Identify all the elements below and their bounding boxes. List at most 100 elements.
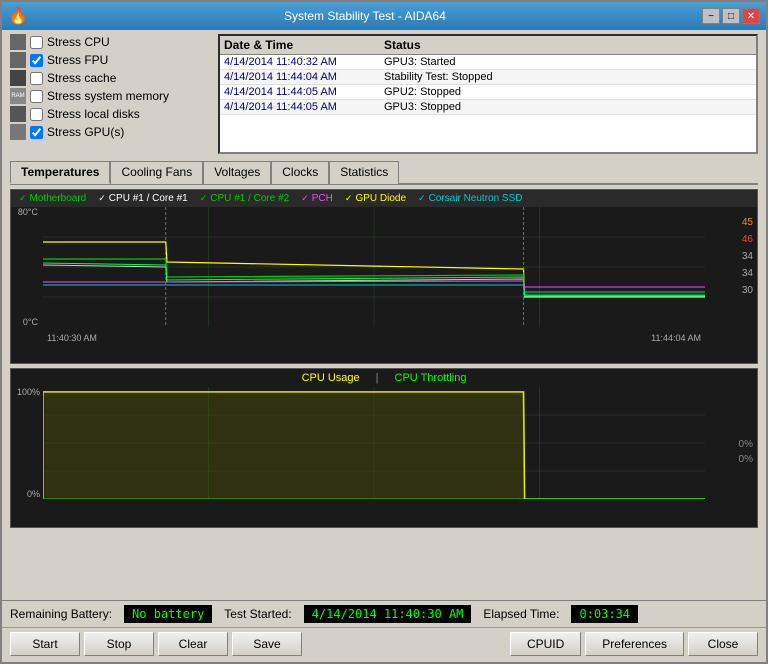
cpu-legend: CPU Usage | CPU Throttling <box>11 369 757 387</box>
title-bar: 🔥 System Stability Test - AIDA64 − □ ✕ <box>2 2 766 30</box>
temp-val-34b: 34 <box>742 268 753 279</box>
tab-cooling-fans[interactable]: Cooling Fans <box>110 161 203 184</box>
log-col-status: Status <box>384 38 736 52</box>
stress-gpu-checkbox[interactable] <box>30 126 43 139</box>
cpu-y-max: 100% <box>17 387 40 397</box>
cpuid-button[interactable]: CPUID <box>510 632 581 656</box>
temp-x-axis: 11:40:30 AM 11:44:04 AM <box>43 329 705 347</box>
legend-ssd: ✓ Corsair Neutron SSD <box>418 193 522 204</box>
legend-pch-label: PCH <box>312 193 333 204</box>
log-panel: Date & Time Status 4/14/2014 11:40:32 AM… <box>218 34 758 154</box>
legend-cpu2-label: CPU #1 / Core #2 <box>210 193 289 204</box>
x-end: 11:44:04 AM <box>651 333 701 343</box>
left-buttons: Start Stop Clear Save <box>10 632 302 656</box>
tab-clocks[interactable]: Clocks <box>271 161 329 184</box>
log-row: 4/14/2014 11:44:05 AM GPU2: Stopped <box>220 85 756 100</box>
stress-cpu-checkbox[interactable] <box>30 36 43 49</box>
tab-strip: Temperatures Cooling Fans Voltages Clock… <box>10 160 758 185</box>
log-col-datetime: Date & Time <box>224 38 384 52</box>
stop-button[interactable]: Stop <box>84 632 154 656</box>
stress-gpu-row: Stress GPU(s) <box>10 124 210 140</box>
log-row: 4/14/2014 11:40:32 AM GPU3: Started <box>220 55 756 70</box>
temperature-chart: ✓ Motherboard ✓ CPU #1 / Core #1 ✓ CPU #… <box>10 189 758 364</box>
tabs-section: Temperatures Cooling Fans Voltages Clock… <box>2 158 766 185</box>
start-button[interactable]: Start <box>10 632 80 656</box>
log-time-3: 4/14/2014 11:44:05 AM <box>224 86 384 98</box>
test-started-label: Test Started: <box>224 607 291 621</box>
tab-voltages[interactable]: Voltages <box>203 161 271 184</box>
stress-disks-label: Stress local disks <box>47 107 140 121</box>
log-row: 4/14/2014 11:44:05 AM GPU3: Stopped <box>220 100 756 115</box>
battery-label: Remaining Battery: <box>10 607 112 621</box>
maximize-button[interactable]: □ <box>722 8 740 24</box>
stress-fpu-row: Stress FPU <box>10 52 210 68</box>
temp-val-45: 45 <box>742 217 753 228</box>
save-button[interactable]: Save <box>232 632 302 656</box>
top-section: Stress CPU Stress FPU Stress cache RAM S… <box>2 30 766 158</box>
stress-disks-checkbox[interactable] <box>30 108 43 121</box>
tab-statistics[interactable]: Statistics <box>329 161 399 184</box>
close-button[interactable]: Close <box>688 632 758 656</box>
temp-val-30: 30 <box>742 285 753 296</box>
legend-ssd-label: Corsair Neutron SSD <box>429 193 523 204</box>
stress-options-panel: Stress CPU Stress FPU Stress cache RAM S… <box>10 34 210 154</box>
legend-cpu1-label: CPU #1 / Core #1 <box>109 193 188 204</box>
legend-pch: ✓ PCH <box>301 193 333 204</box>
preferences-button[interactable]: Preferences <box>585 632 684 656</box>
stress-memory-label: Stress system memory <box>47 89 169 103</box>
legend-gpu-label: GPU Diode <box>355 193 406 204</box>
cpu-throttling-label: CPU Throttling <box>395 372 467 384</box>
elapsed-value: 0:03:34 <box>571 605 638 623</box>
tab-temperatures[interactable]: Temperatures <box>10 161 110 184</box>
temp-val-34a: 34 <box>742 251 753 262</box>
cpu-usage-label: CPU Usage <box>302 372 360 384</box>
log-time-2: 4/14/2014 11:44:04 AM <box>224 71 384 83</box>
x-start: 11:40:30 AM <box>47 333 97 343</box>
battery-value: No battery <box>124 605 212 623</box>
log-status-2: Stability Test: Stopped <box>384 71 752 83</box>
temp-y-axis: 80°C 0°C <box>11 207 41 327</box>
button-bar: Start Stop Clear Save CPUID Preferences … <box>2 627 766 662</box>
y-min: 0°C <box>23 317 38 327</box>
log-time-1: 4/14/2014 11:40:32 AM <box>224 56 384 68</box>
main-window: 🔥 System Stability Test - AIDA64 − □ ✕ S… <box>0 0 768 664</box>
clear-button[interactable]: Clear <box>158 632 228 656</box>
stress-cache-row: Stress cache <box>10 70 210 86</box>
cpu-chart-body: 100% 0% <box>11 387 757 517</box>
cpu-chart-svg <box>43 387 705 499</box>
log-header: Date & Time Status <box>220 36 756 55</box>
gpu-icon <box>10 124 26 140</box>
cpu-val-0b: 0% <box>739 454 753 465</box>
charts-area: ✓ Motherboard ✓ CPU #1 / Core #1 ✓ CPU #… <box>2 185 766 600</box>
legend-cpu1: ✓ CPU #1 / Core #1 <box>98 193 187 204</box>
temp-chart-legend: ✓ Motherboard ✓ CPU #1 / Core #1 ✓ CPU #… <box>11 190 757 207</box>
stress-fpu-label: Stress FPU <box>47 53 108 67</box>
temp-right-values: 45 46 34 34 30 <box>742 217 753 296</box>
cpu-y-min: 0% <box>27 489 40 499</box>
cache-icon <box>10 70 26 86</box>
cpu-divider: | <box>376 372 379 384</box>
fpu-icon <box>10 52 26 68</box>
log-status-1: GPU3: Started <box>384 56 752 68</box>
stress-memory-row: RAM Stress system memory <box>10 88 210 104</box>
cpu-chart: CPU Usage | CPU Throttling 100% 0% <box>10 368 758 528</box>
log-row: 4/14/2014 11:44:04 AM Stability Test: St… <box>220 70 756 85</box>
temp-val-46: 46 <box>742 234 753 245</box>
temp-chart-body: 80°C 0°C <box>11 207 757 347</box>
title-bar-controls: − □ ✕ <box>702 8 760 24</box>
window-title: System Stability Test - AIDA64 <box>28 9 702 23</box>
disk-icon <box>10 106 26 122</box>
stress-disks-row: Stress local disks <box>10 106 210 122</box>
cpu-right-values: 0% 0% <box>739 439 753 465</box>
status-bar: Remaining Battery: No battery Test Start… <box>2 600 766 627</box>
elapsed-label: Elapsed Time: <box>483 607 559 621</box>
stress-cache-checkbox[interactable] <box>30 72 43 85</box>
minimize-button[interactable]: − <box>702 8 720 24</box>
stress-memory-checkbox[interactable] <box>30 90 43 103</box>
temp-chart-svg <box>43 207 705 327</box>
cpu-val-0a: 0% <box>739 439 753 450</box>
legend-motherboard-label: Motherboard <box>30 193 87 204</box>
close-window-button[interactable]: ✕ <box>742 8 760 24</box>
stress-fpu-checkbox[interactable] <box>30 54 43 67</box>
stress-cpu-label: Stress CPU <box>47 35 110 49</box>
